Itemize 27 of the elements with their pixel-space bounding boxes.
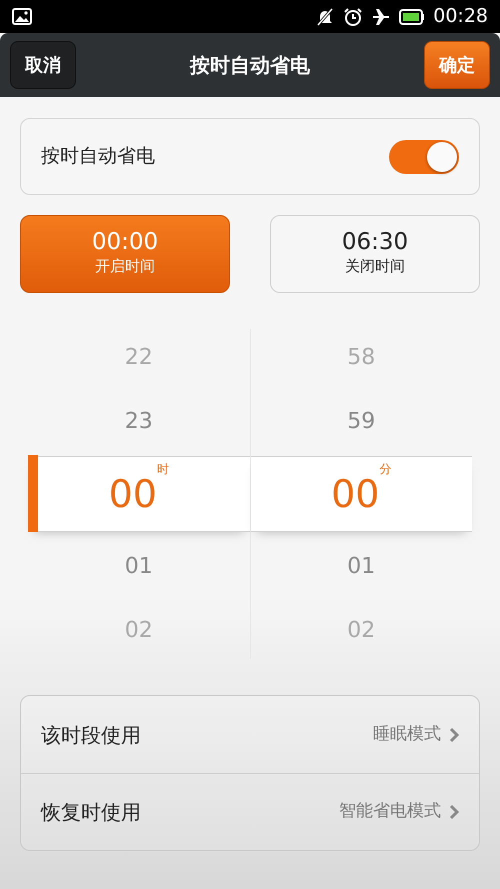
confirm-button[interactable]: 确定 [424,41,490,89]
setting-label: 恢复时使用 [41,799,141,826]
picker-value[interactable]: 23 [124,404,153,438]
picker-value[interactable]: 01 [124,550,153,584]
picker-value[interactable]: 58 [347,340,376,374]
toggle-label: 按时自动省电 [41,144,155,170]
setting-value[interactable]: 智能省电模式 [339,799,441,825]
chevron-right-icon [449,726,459,742]
alarm-icon [343,6,364,26]
screen-title: 按时自动省电 [190,52,310,79]
muted-bell-icon [315,6,336,26]
picker-value[interactable]: 02 [347,614,376,648]
picker-value[interactable]: 22 [124,340,153,374]
image-icon [12,8,32,25]
setting-value[interactable]: 睡眠模式 [373,722,441,748]
chevron-right-icon [449,804,459,820]
time-tab[interactable]: 00:00 开启时间 [20,215,230,293]
status-time: 00:28 [433,4,488,30]
picker-value[interactable]: 01 [347,550,376,584]
airplane-icon [371,6,392,26]
battery-icon [399,8,426,24]
setting-label: 该时段使用 [41,722,141,748]
picker-value[interactable]: 02 [124,614,153,648]
cancel-button[interactable]: 取消 [10,41,76,89]
time-tab[interactable]: 06:30 关闭时间 [270,215,480,293]
toggle-switch[interactable] [389,140,459,174]
picker-value[interactable]: 59 [347,404,376,438]
